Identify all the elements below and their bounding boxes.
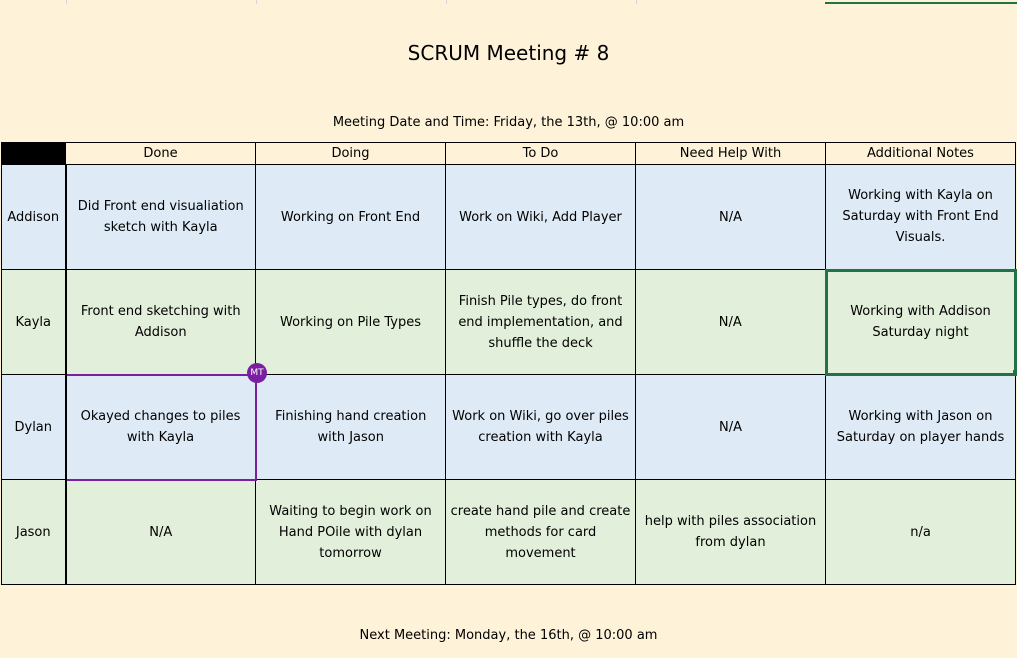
table-row: Kayla Front end sketching with Addison W… [1,268,1017,376]
row-name-cell[interactable]: Jason [1,479,67,585]
doing-cell[interactable]: Working on Front End [255,164,446,270]
scrum-table: Done Doing To Do Need Help With Addition… [1,142,1017,585]
done-cell[interactable]: Front end sketching with Addison [65,269,256,375]
sheet-title[interactable]: SCRUM Meeting # 8 [0,40,1017,66]
row-name-cell[interactable]: Dylan [1,374,67,480]
meeting-date[interactable]: Meeting Date and Time: Friday, the 13th,… [0,114,1017,132]
header-need-help[interactable]: Need Help With [635,142,826,165]
doing-cell[interactable]: Waiting to begin work on Hand POile with… [255,479,446,585]
todo-cell[interactable]: Finish Pile types, do front end implemen… [445,269,636,375]
todo-cell[interactable]: create hand pile and create methods for … [445,479,636,585]
need-help-cell[interactable]: N/A [635,374,826,480]
doing-cell[interactable]: Working on Pile Types [255,269,446,375]
need-help-cell[interactable]: N/A [635,164,826,270]
collaborator-avatar[interactable]: MT [247,363,267,383]
need-help-cell[interactable]: help with piles association from dylan [635,479,826,585]
row-name-cell[interactable]: Kayla [1,269,67,375]
notes-cell[interactable]: Working with Kayla on Saturday with Fron… [825,164,1016,270]
notes-cell[interactable]: n/a [825,479,1016,585]
table-row: Dylan Okayed changes to piles with Kayla… [1,373,1016,481]
notes-cell-selected[interactable]: Working with Addison Saturday night [824,268,1017,376]
need-help-cell[interactable]: N/A [635,269,826,375]
gridline [636,0,637,4]
doing-cell[interactable]: Finishing hand creation with Jason [255,374,446,480]
row-name-cell[interactable]: Addison [1,164,67,270]
gridline [256,0,257,4]
gridline [66,0,67,4]
table-row: Addison Did Front end visualiation sketc… [1,164,1016,270]
todo-cell[interactable]: Work on Wiki, go over piles creation wit… [445,374,636,480]
done-cell-collaborator-selected[interactable]: Okayed changes to piles with Kayla [64,373,257,481]
header-additional-notes[interactable]: Additional Notes [825,142,1016,165]
fill-handle[interactable] [1013,370,1017,374]
next-meeting[interactable]: Next Meeting: Monday, the 16th, @ 10:00 … [0,627,1017,645]
gridline [446,0,447,4]
done-cell[interactable]: Did Front end visualiation sketch with K… [65,164,256,270]
header-row: Done Doing To Do Need Help With Addition… [1,142,1016,165]
header-done[interactable]: Done [65,142,256,165]
header-todo[interactable]: To Do [445,142,636,165]
notes-cell[interactable]: Working with Jason on Saturday on player… [825,374,1016,480]
header-doing[interactable]: Doing [255,142,446,165]
header-corner-cell[interactable] [1,142,66,165]
done-cell[interactable]: N/A [65,479,256,585]
selection-edge [825,2,1017,4]
todo-cell[interactable]: Work on Wiki, Add Player [445,164,636,270]
sheet-top-strip [0,0,1017,4]
table-row: Jason N/A Waiting to begin work on Hand … [1,479,1016,585]
